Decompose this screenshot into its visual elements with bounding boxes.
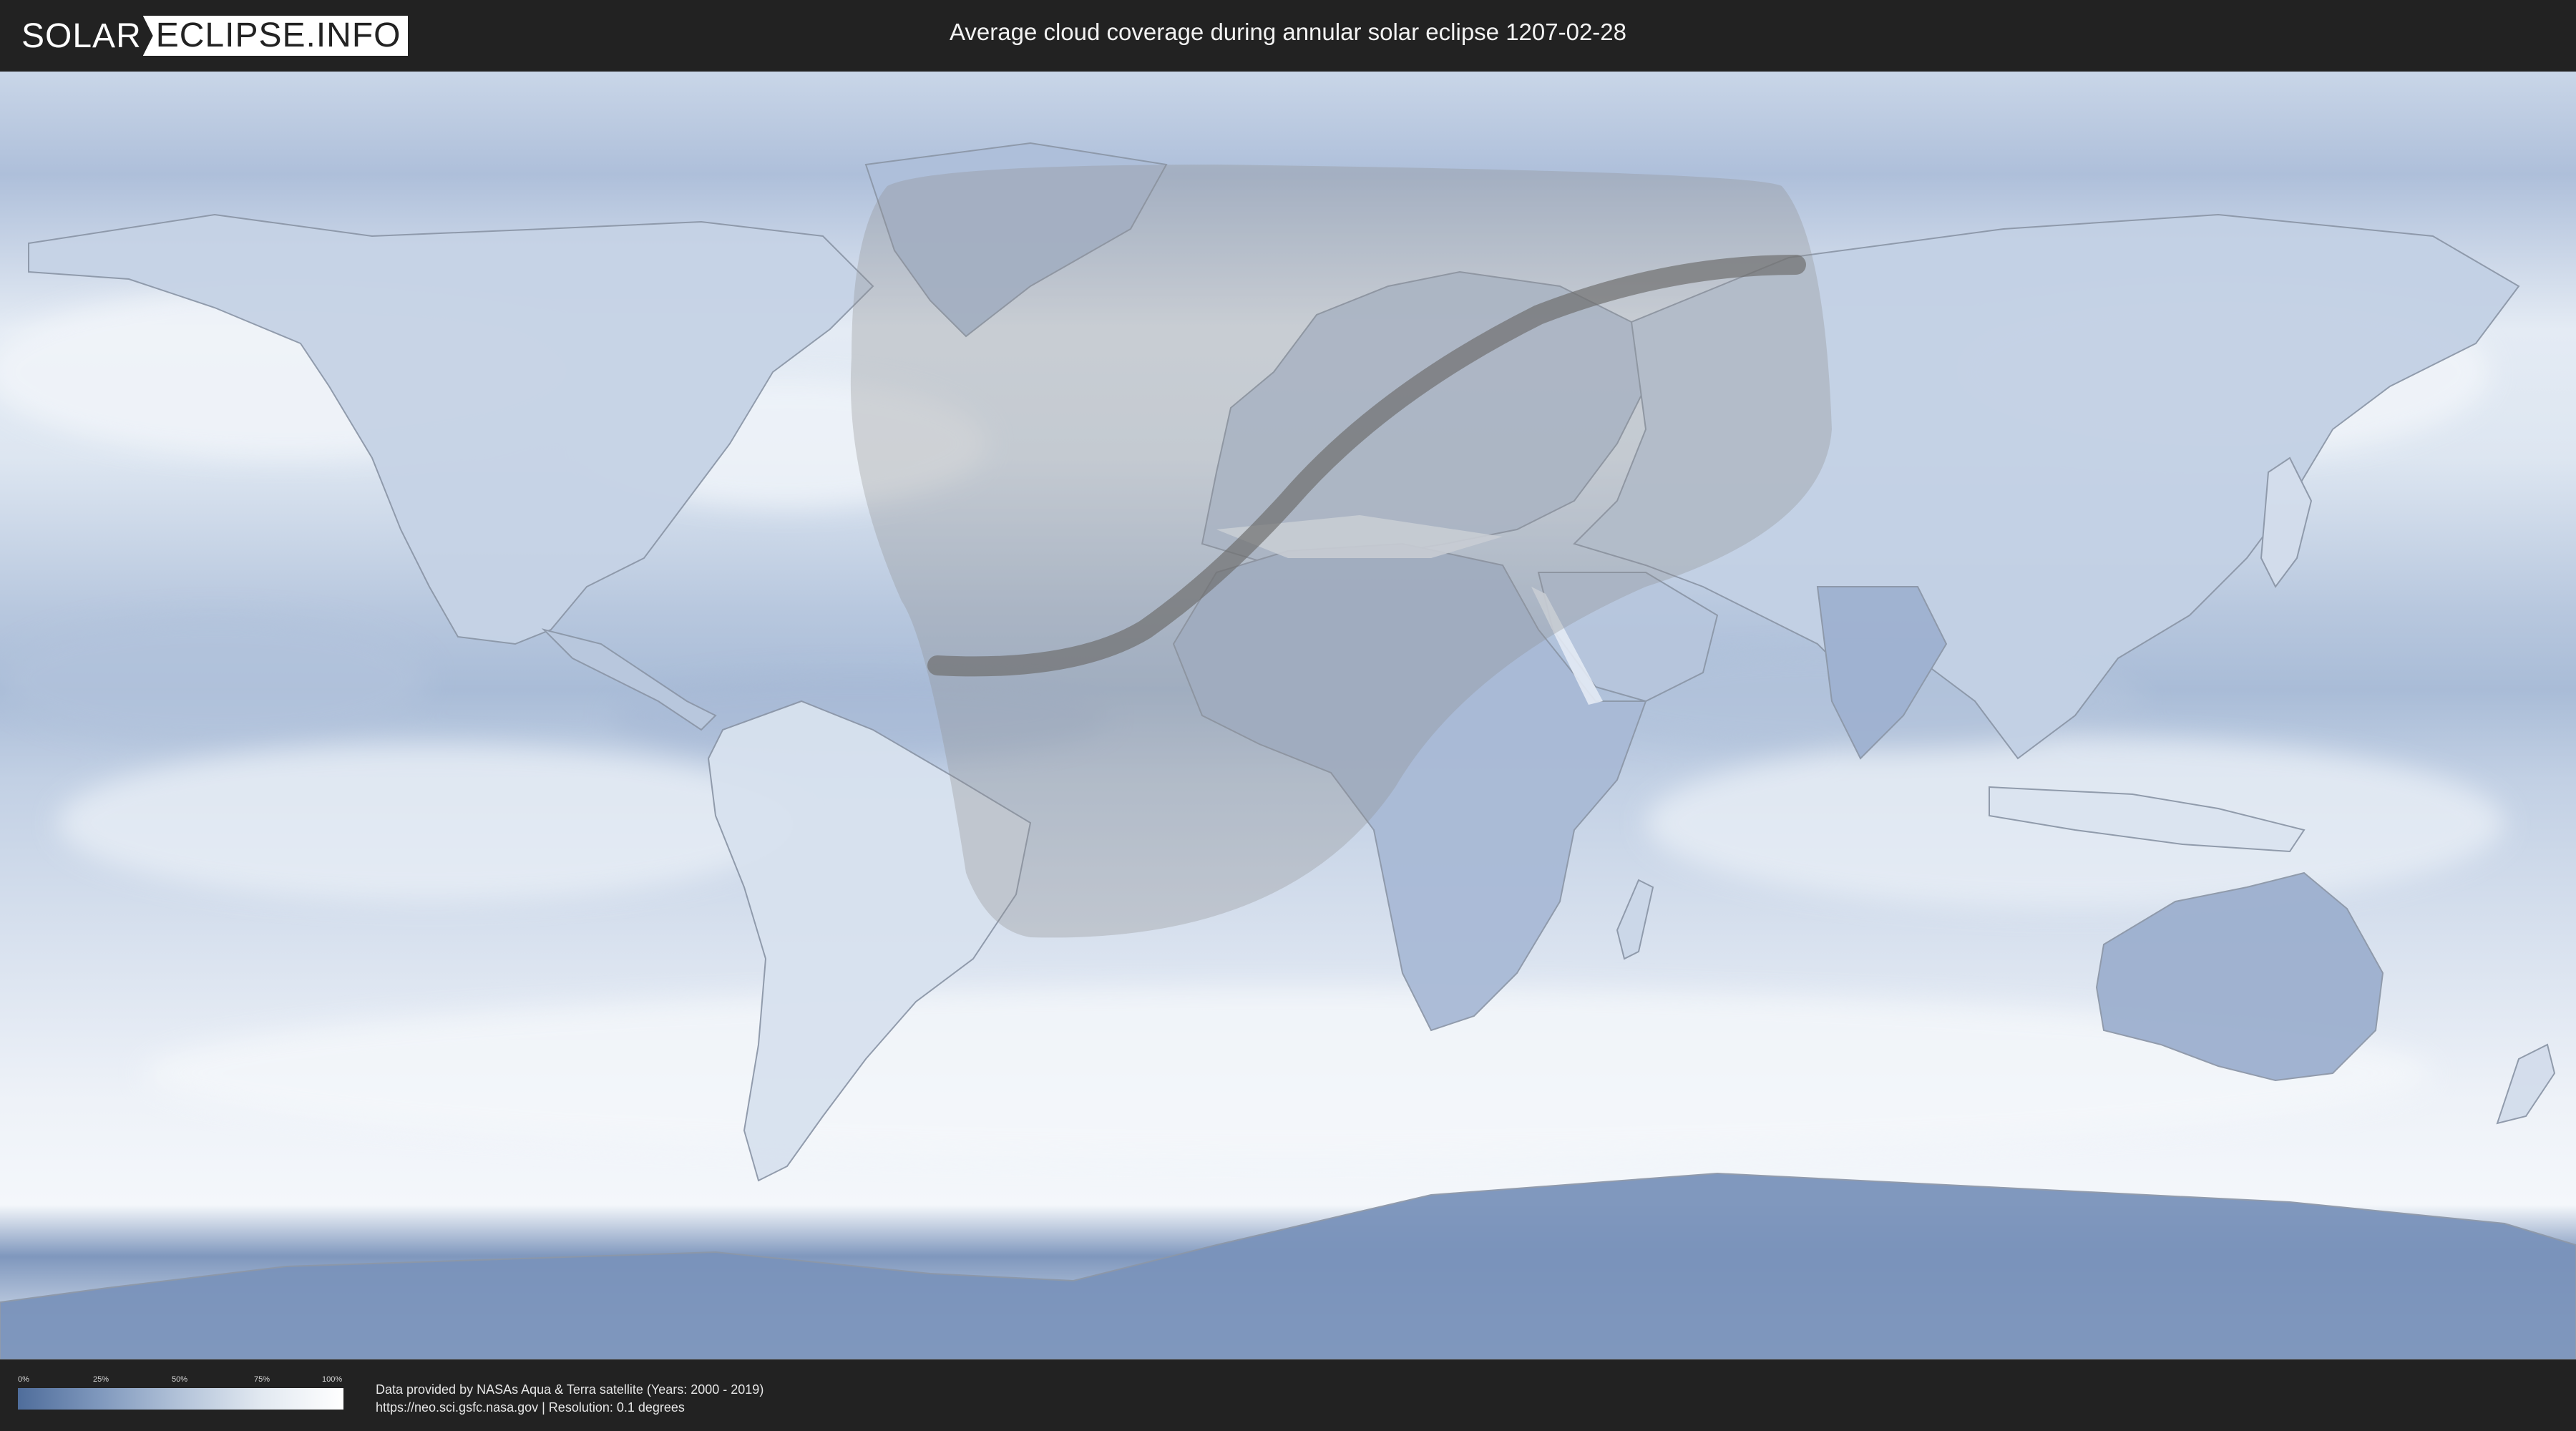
page-title: Average cloud coverage during annular so… xyxy=(949,19,1626,45)
credit-url[interactable]: https://neo.sci.gsfc.nasa.gov | Resoluti… xyxy=(376,1399,763,1417)
cloud-coverage-map xyxy=(0,72,2576,1359)
legend-tick-50: 50% xyxy=(172,1375,188,1384)
legend-tick-75: 75% xyxy=(254,1375,270,1384)
cloud-coverage-legend: 0% 25% 50% 75% 100% xyxy=(18,1375,343,1410)
header-bar: SOLAR ECLIPSE.INFO Average cloud coverag… xyxy=(0,0,2576,72)
world-map-svg xyxy=(0,72,2576,1359)
legend-tick-100: 100% xyxy=(322,1375,343,1384)
legend-ticks: 0% 25% 50% 75% 100% xyxy=(18,1375,343,1388)
legend-tick-0: 0% xyxy=(18,1375,29,1384)
legend-tick-25: 25% xyxy=(93,1375,109,1384)
credit-source: Data provided by NASAs Aqua & Terra sate… xyxy=(376,1382,764,1397)
legend-color-bar xyxy=(18,1388,343,1410)
footer-bar: 0% 25% 50% 75% 100% Data provided by NAS… xyxy=(0,1359,2576,1431)
data-credits: Data provided by NASAs Aqua & Terra sate… xyxy=(376,1381,763,1417)
